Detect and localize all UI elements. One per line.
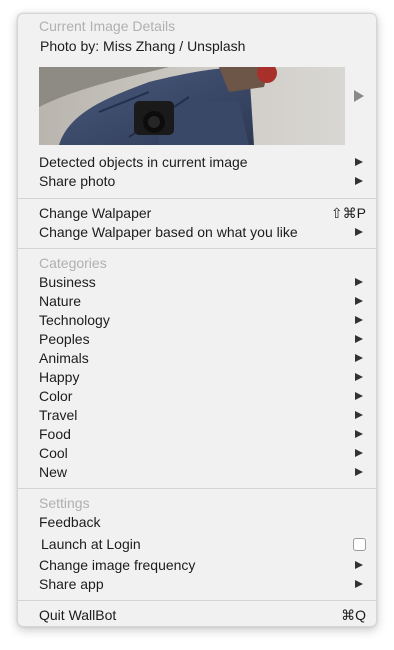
menu-item-share-photo[interactable]: Share photo <box>18 172 376 191</box>
category-label: Food <box>39 426 71 442</box>
chevron-right-icon <box>355 468 363 476</box>
chevron-right-icon <box>355 278 363 286</box>
chevron-right-icon <box>355 430 363 438</box>
menu-item-feedback[interactable]: Feedback <box>18 513 376 532</box>
chevron-right-icon <box>355 177 363 185</box>
chevron-right-icon <box>355 354 363 362</box>
category-item-animals[interactable]: Animals <box>18 349 376 368</box>
category-item-peoples[interactable]: Peoples <box>18 330 376 349</box>
settings-header-label: Settings <box>39 495 90 511</box>
category-item-nature[interactable]: Nature <box>18 292 376 311</box>
menu-separator <box>18 600 376 601</box>
menu-item-quit[interactable]: Quit WallBot ⌘Q <box>18 606 376 625</box>
categories-header-label: Categories <box>39 255 107 271</box>
category-label: Travel <box>39 407 78 423</box>
category-label: Peoples <box>39 331 90 347</box>
menu-item-label: Quit WallBot <box>39 607 117 623</box>
category-item-color[interactable]: Color <box>18 387 376 406</box>
chevron-right-icon <box>355 228 363 236</box>
shortcut-label: ⌘Q <box>341 607 366 623</box>
shortcut-label: ⇧⌘P <box>330 205 366 221</box>
category-item-food[interactable]: Food <box>18 425 376 444</box>
menu-separator <box>18 248 376 249</box>
chevron-right-icon <box>355 449 363 457</box>
chevron-right-icon <box>355 297 363 305</box>
menu-item-label: Detected objects in current image <box>39 154 248 170</box>
categories-header: Categories <box>18 254 376 273</box>
menu-item-launch-at-login[interactable]: Launch at Login <box>18 535 376 554</box>
menu-item-label: Change Walpaper <box>39 205 152 221</box>
category-label: Color <box>39 388 73 404</box>
category-item-technology[interactable]: Technology <box>18 311 376 330</box>
chevron-right-icon <box>355 411 363 419</box>
current-image-thumbnail[interactable] <box>39 67 345 145</box>
category-label: Nature <box>39 293 82 309</box>
menu-item-detected-objects[interactable]: Detected objects in current image <box>18 153 376 172</box>
category-label: Business <box>39 274 96 290</box>
menu-item-label: Share photo <box>39 173 116 189</box>
category-item-business[interactable]: Business <box>18 273 376 292</box>
menu-separator <box>18 488 376 489</box>
menu-item-change-wallpaper-based[interactable]: Change Walpaper based on what you like <box>18 223 376 242</box>
photo-credit: Photo by: Miss Zhang / Unsplash <box>18 37 376 56</box>
menu-item-change-wallpaper[interactable]: Change Walpaper ⇧⌘P <box>18 204 376 223</box>
category-label: Technology <box>39 312 110 328</box>
category-item-travel[interactable]: Travel <box>18 406 376 425</box>
category-item-happy[interactable]: Happy <box>18 368 376 387</box>
launch-at-login-checkbox[interactable] <box>353 538 366 551</box>
photo-credit-label: Photo by: Miss Zhang / Unsplash <box>40 38 246 54</box>
menu-item-label: Share app <box>39 576 104 592</box>
menu-item-label: Feedback <box>39 514 101 530</box>
chevron-right-icon <box>355 580 363 588</box>
menu-item-label: Change Walpaper based on what you like <box>39 224 298 240</box>
chevron-right-icon <box>355 561 363 569</box>
chevron-right-icon <box>355 316 363 324</box>
chevron-right-icon <box>355 373 363 381</box>
wallbot-menu: Current Image Details Photo by: Miss Zha… <box>17 13 377 627</box>
chevron-right-icon <box>355 335 363 343</box>
current-image-photo <box>39 67 345 145</box>
category-label: Cool <box>39 445 68 461</box>
menu-item-share-app[interactable]: Share app <box>18 575 376 594</box>
category-item-new[interactable]: New <box>18 463 376 482</box>
current-image-header: Current Image Details <box>18 17 376 36</box>
menu-item-change-frequency[interactable]: Change image frequency <box>18 556 376 575</box>
menu-separator <box>18 198 376 199</box>
settings-header: Settings <box>18 494 376 513</box>
current-image-header-label: Current Image Details <box>39 18 176 34</box>
category-label: Animals <box>39 350 89 366</box>
menu-item-label: Launch at Login <box>41 536 141 552</box>
category-label: Happy <box>39 369 80 385</box>
image-expand-icon[interactable] <box>354 90 364 102</box>
chevron-right-icon <box>355 158 363 166</box>
category-label: New <box>39 464 68 480</box>
chevron-right-icon <box>355 392 363 400</box>
menu-item-label: Change image frequency <box>39 557 196 573</box>
category-item-cool[interactable]: Cool <box>18 444 376 463</box>
